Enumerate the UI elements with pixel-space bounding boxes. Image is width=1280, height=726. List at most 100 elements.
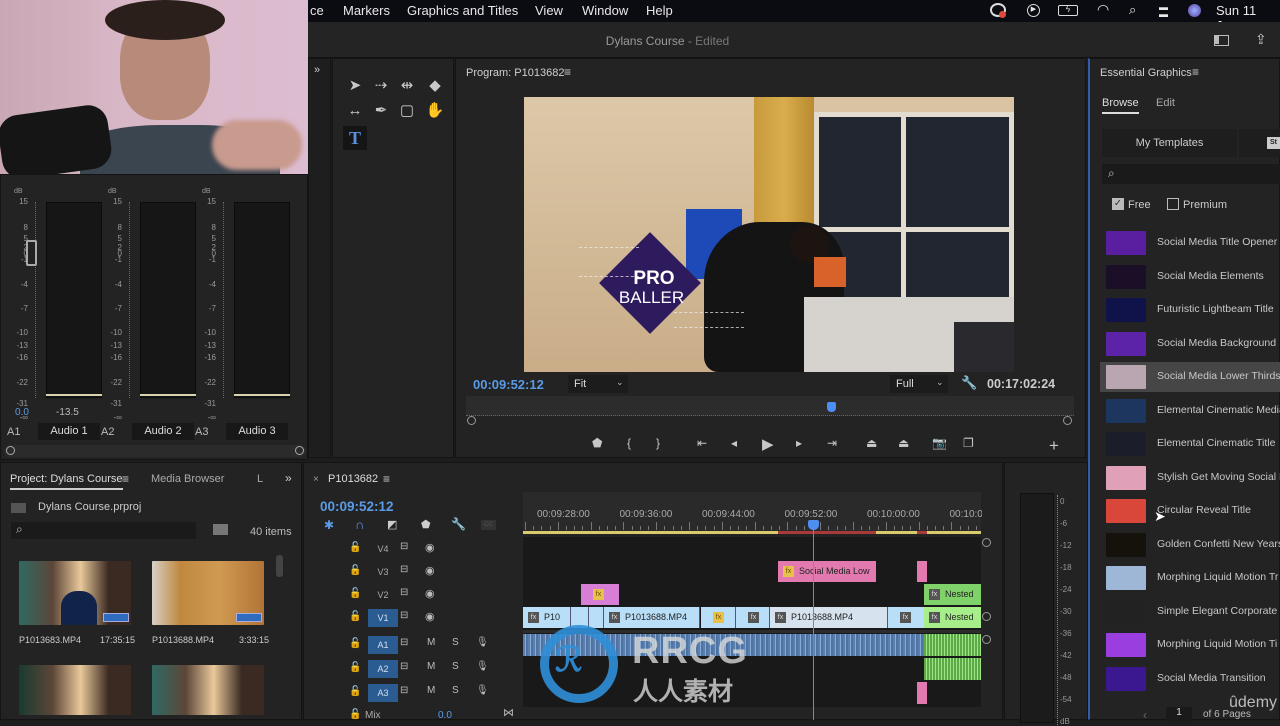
- timeline-playhead[interactable]: [808, 520, 819, 530]
- v-scroll-handle[interactable]: [982, 538, 991, 547]
- add-marker-icon[interactable]: ⬟: [592, 436, 602, 450]
- panel-menu-icon[interactable]: ≡: [564, 65, 571, 79]
- template-search-input[interactable]: ⌕: [1102, 164, 1280, 184]
- eye-icon[interactable]: ◉: [425, 541, 435, 554]
- menu-markers[interactable]: Markers: [343, 3, 390, 18]
- clip-v2-graphic[interactable]: fx: [581, 584, 619, 605]
- scroll-handle-left[interactable]: [6, 446, 15, 455]
- template-item[interactable]: Elemental Cinematic Title: [1100, 429, 1280, 459]
- tab-project[interactable]: Project: Dylans Course: [10, 473, 123, 490]
- template-item[interactable]: Morphing Liquid Motion Ti: [1100, 630, 1280, 660]
- zoom-select[interactable]: Fit ⌄: [568, 375, 628, 393]
- project-search-input[interactable]: ⌕: [11, 522, 196, 539]
- add-marker-icon[interactable]: ⬟: [421, 518, 431, 531]
- eye-icon[interactable]: ◉: [425, 610, 435, 623]
- template-item[interactable]: Elemental Cinematic Media: [1100, 396, 1280, 426]
- lock-icon[interactable]: 🔓: [349, 542, 361, 553]
- lock-icon[interactable]: 🔓: [349, 686, 361, 697]
- zoom-handle-right[interactable]: [1063, 416, 1072, 425]
- wifi-icon[interactable]: ◠: [1097, 1, 1109, 18]
- clip-v1-short-3[interactable]: fx: [736, 607, 770, 628]
- clip-v2-nested[interactable]: fx Nested: [924, 584, 981, 605]
- go-to-out-icon[interactable]: ⇥: [827, 436, 837, 450]
- step-back-icon[interactable]: ◂: [731, 436, 737, 450]
- close-sequence-icon[interactable]: ×: [313, 474, 319, 485]
- siri-icon[interactable]: [1188, 4, 1201, 17]
- track-target-v2[interactable]: V2: [368, 586, 398, 604]
- sync-lock-icon[interactable]: ⊟: [400, 637, 408, 648]
- ripple-edit-tool-icon[interactable]: ⇹: [397, 76, 417, 96]
- voiceover-mic-icon[interactable]: 🎙: [476, 637, 489, 648]
- track-target-a1[interactable]: A1: [368, 636, 398, 654]
- eye-icon[interactable]: ◉: [425, 587, 435, 600]
- clip-v1-fx[interactable]: fx: [701, 607, 736, 628]
- panel-menu-icon[interactable]: ≡: [122, 472, 129, 486]
- lift-icon[interactable]: ⏏: [866, 436, 877, 450]
- page-input[interactable]: 1: [1166, 707, 1192, 721]
- premium-checkbox[interactable]: [1167, 198, 1179, 210]
- track-target-v4[interactable]: V4: [368, 540, 398, 558]
- template-item[interactable]: Stylish Get Moving Social F: [1100, 463, 1280, 493]
- track-target-v3[interactable]: V3: [368, 563, 398, 581]
- lock-icon[interactable]: 🔓: [349, 611, 361, 622]
- my-templates-tab[interactable]: My Templates: [1102, 129, 1237, 157]
- lock-icon[interactable]: 🔓: [349, 565, 361, 576]
- clip-v1-c[interactable]: fx P1013688.MP4: [770, 607, 888, 628]
- channel-name[interactable]: Audio 1: [38, 423, 100, 440]
- clip-v1-b[interactable]: fx P1013688.MP4: [604, 607, 700, 628]
- sync-lock-icon[interactable]: ⊟: [400, 541, 408, 552]
- mix-value[interactable]: 0.0: [438, 710, 452, 721]
- v-scroll-handle[interactable]: [982, 612, 991, 621]
- tab-libraries[interactable]: L: [257, 473, 263, 485]
- play-circle-icon[interactable]: ▶: [1027, 4, 1040, 17]
- program-timecode[interactable]: 00:09:52:12: [473, 377, 544, 392]
- timeline-timecode[interactable]: 00:09:52:12: [320, 499, 394, 514]
- captions-icon[interactable]: CC: [481, 520, 496, 530]
- tab-browse[interactable]: Browse: [1102, 97, 1139, 114]
- razor-tool-icon[interactable]: ◆: [425, 76, 445, 96]
- solo-button[interactable]: S: [452, 685, 459, 696]
- menu-help[interactable]: Help: [646, 3, 673, 18]
- lock-icon[interactable]: 🔓: [349, 588, 361, 599]
- template-item[interactable]: Social Media Title Opener: [1100, 228, 1280, 258]
- battery-charging-icon[interactable]: ϟ: [1058, 5, 1078, 16]
- template-item[interactable]: Morphing Liquid Motion Tr: [1100, 563, 1280, 593]
- clip-thumbnail-4[interactable]: [152, 665, 264, 715]
- step-forward-icon[interactable]: ▸: [796, 436, 802, 450]
- clip-thumbnail-3[interactable]: [19, 665, 131, 715]
- rectangle-tool-icon[interactable]: ▢: [397, 101, 417, 121]
- control-center-icon[interactable]: ▬ ▬: [1159, 3, 1172, 19]
- sync-lock-icon[interactable]: ⊟: [400, 610, 408, 621]
- channel-name[interactable]: Audio 3: [226, 423, 288, 440]
- fader-value[interactable]: 0.0: [15, 407, 29, 418]
- template-item[interactable]: Futuristic Lightbeam Title: [1100, 295, 1280, 325]
- clip-social-media-lower[interactable]: fx Social Media Low: [778, 561, 876, 582]
- audio-clip-a1-nested[interactable]: [924, 634, 981, 656]
- menu-graphics-and-titles[interactable]: Graphics and Titles: [407, 3, 518, 18]
- panel-layout-icon[interactable]: [1214, 35, 1229, 46]
- work-area-bar[interactable]: [523, 531, 981, 534]
- share-icon[interactable]: ⇪: [1255, 31, 1267, 48]
- a-scroll-handle[interactable]: [982, 635, 991, 644]
- template-item[interactable]: Simple Elegant Corporate T: [1100, 597, 1280, 627]
- type-tool-icon[interactable]: T: [343, 126, 367, 150]
- go-to-in-icon[interactable]: ⇤: [697, 436, 707, 450]
- clip-v1-a[interactable]: fx P10: [523, 607, 571, 628]
- folder-up-icon[interactable]: [11, 503, 26, 513]
- add-button-icon[interactable]: +: [1049, 436, 1059, 456]
- pen-tool-icon[interactable]: ✒: [371, 101, 391, 121]
- clip-thumbnail-1[interactable]: [19, 561, 131, 625]
- adobe-stock-tab[interactable]: St: [1239, 129, 1280, 157]
- more-tabs-icon[interactable]: »: [285, 471, 292, 485]
- mute-button[interactable]: M: [427, 685, 435, 696]
- template-item[interactable]: Circular Reveal Title: [1100, 496, 1280, 526]
- sync-lock-icon[interactable]: ⊟: [400, 685, 408, 696]
- timeline-settings-icon[interactable]: 🔧: [451, 517, 466, 531]
- find-bin-icon[interactable]: [213, 524, 228, 535]
- selection-tool-icon[interactable]: ➤: [345, 76, 365, 96]
- nest-toggle-icon[interactable]: ✱: [324, 518, 334, 532]
- free-checkbox[interactable]: ✓: [1112, 198, 1124, 210]
- playhead[interactable]: [826, 402, 836, 412]
- template-item[interactable]: Social Media Transition: [1100, 664, 1280, 694]
- template-item[interactable]: Social Media Elements: [1100, 262, 1280, 292]
